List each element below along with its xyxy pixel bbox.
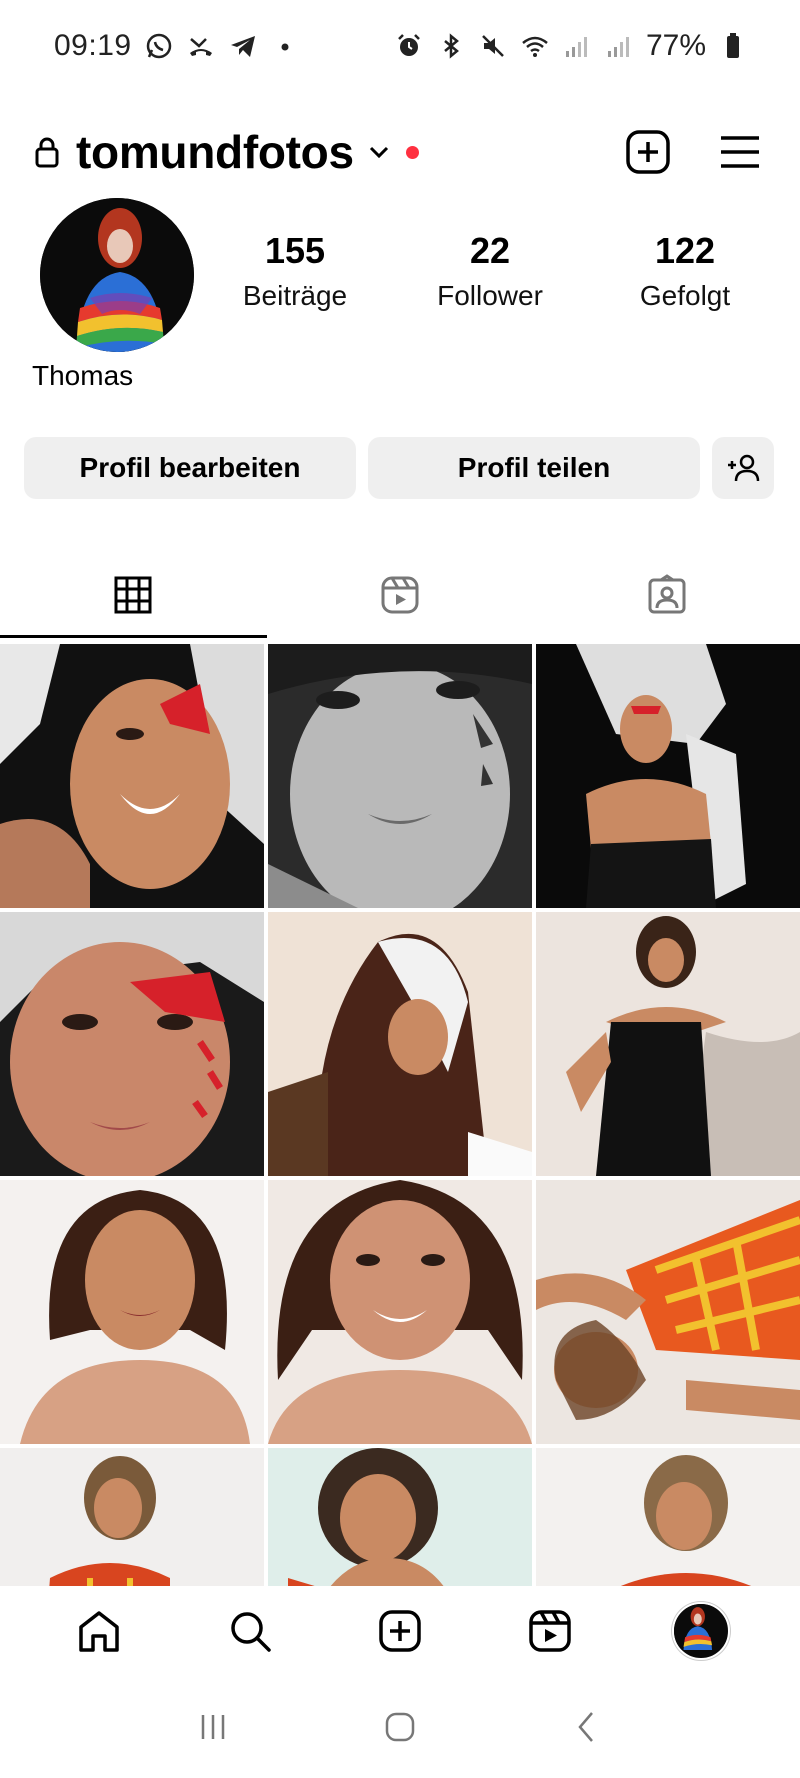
content-tabs — [0, 552, 800, 638]
grid-post[interactable] — [268, 644, 532, 908]
photo-plaid-shirt-lying — [536, 1180, 800, 1444]
photo-feather-red-lashes-smiling — [0, 644, 264, 908]
profile-section: Thomas 155 Beiträge 22 Follower 122 Gefo… — [0, 196, 800, 396]
photo-bw-closeup-face — [268, 644, 532, 908]
mute-icon — [478, 31, 508, 61]
nav-reels-button[interactable] — [520, 1601, 580, 1661]
menu-button[interactable] — [714, 126, 766, 178]
photo-headscarf-portrait — [268, 912, 532, 1176]
grid-post[interactable] — [268, 1180, 532, 1444]
recent-apps-button[interactable] — [183, 1697, 243, 1757]
home-button-icon — [385, 1712, 415, 1742]
avatar[interactable] — [40, 198, 194, 352]
tagged-icon — [648, 574, 686, 614]
photo-plaid-top-smiling — [536, 1448, 800, 1586]
telegram-icon — [228, 31, 258, 61]
notification-dot — [405, 145, 419, 159]
tab-grid[interactable] — [0, 552, 267, 638]
photo-smiling-bob-hair — [268, 1180, 532, 1444]
create-post-button[interactable] — [622, 126, 674, 178]
stat-label: Gefolgt — [639, 280, 731, 311]
stat-value: 155 — [264, 230, 326, 271]
photo-bob-hair-portrait — [0, 1180, 264, 1444]
dot-icon — [270, 31, 300, 61]
grid-post[interactable] — [536, 1180, 800, 1444]
grid-post[interactable] — [536, 912, 800, 1176]
display-name: Thomas — [32, 360, 134, 391]
stat-value: 122 — [654, 230, 716, 271]
stat-label: Follower — [437, 280, 543, 311]
nav-search-button[interactable] — [220, 1601, 280, 1661]
tab-reels[interactable] — [267, 552, 534, 638]
nav-home-button[interactable] — [69, 1601, 129, 1661]
username[interactable]: tomundfotos — [76, 125, 354, 179]
reels-icon — [381, 576, 419, 614]
reels-icon — [529, 1610, 572, 1652]
create-icon — [379, 1610, 421, 1652]
grid-post[interactable] — [536, 1448, 800, 1586]
battery-icon — [718, 31, 748, 61]
photo-feather-boa-black-dress — [536, 644, 800, 908]
grid-post[interactable] — [0, 644, 264, 908]
grid-icon — [114, 576, 152, 614]
share-profile-button[interactable]: Profil teilen — [368, 437, 700, 499]
nav-profile-button[interactable] — [671, 1601, 731, 1661]
lock-icon — [34, 136, 60, 168]
search-icon — [230, 1612, 271, 1652]
status-time: 09:19 — [54, 29, 132, 62]
stat-followers[interactable]: 22 Follower — [415, 230, 565, 312]
status-left: 09:19 — [54, 29, 300, 63]
stat-following[interactable]: 122 Gefolgt — [610, 230, 760, 312]
profile-stats: 155 Beiträge 22 Follower 122 Gefolgt — [220, 230, 760, 312]
whatsapp-icon — [144, 31, 174, 61]
plus-square-icon — [626, 130, 670, 174]
profile-avatar[interactable] — [671, 1602, 730, 1660]
grid-post[interactable] — [0, 912, 264, 1176]
home-system-button[interactable] — [370, 1697, 430, 1757]
battery-percent: 77% — [645, 29, 706, 62]
posts-grid — [0, 644, 800, 1586]
stat-label: Beiträge — [242, 280, 348, 311]
nav-create-button[interactable] — [370, 1601, 430, 1661]
photo-plaid-top-portrait — [0, 1448, 264, 1586]
add-person-icon — [728, 454, 760, 482]
discover-people-button[interactable] — [712, 437, 774, 499]
photo-black-dress-pose — [536, 912, 800, 1176]
stat-value: 22 — [469, 230, 511, 271]
photo-plaid-top-closeup — [268, 1448, 532, 1586]
recent-apps-icon — [202, 1715, 225, 1739]
wifi-icon — [520, 31, 550, 61]
signal-icon — [604, 31, 634, 61]
back-icon — [577, 1712, 593, 1742]
grid-post[interactable] — [536, 644, 800, 908]
grid-post[interactable] — [268, 912, 532, 1176]
edit-profile-button[interactable]: Profil bearbeiten — [24, 437, 356, 499]
bottom-navigation — [0, 1586, 800, 1676]
profile-actions: Profil bearbeiten Profil teilen — [24, 437, 776, 499]
status-bar: 09:19 77% — [0, 0, 800, 92]
status-right: 77% — [394, 29, 748, 63]
photo-feather-red-eye-closeup — [0, 912, 264, 1176]
bluetooth-icon — [436, 31, 466, 61]
missed-call-icon — [186, 31, 216, 61]
signal-icon — [562, 31, 592, 61]
stat-posts[interactable]: 155 Beiträge — [220, 230, 370, 312]
system-navigation — [0, 1676, 800, 1778]
home-icon — [79, 1611, 119, 1652]
grid-post[interactable] — [268, 1448, 532, 1586]
grid-post[interactable] — [0, 1180, 264, 1444]
hamburger-menu-icon — [721, 136, 759, 168]
profile-header: tomundfotos — [0, 92, 800, 212]
tab-tagged[interactable] — [533, 552, 800, 638]
chevron-down-icon[interactable] — [366, 139, 392, 165]
alarm-icon — [394, 31, 424, 61]
back-button[interactable] — [557, 1697, 617, 1757]
grid-post[interactable] — [0, 1448, 264, 1586]
